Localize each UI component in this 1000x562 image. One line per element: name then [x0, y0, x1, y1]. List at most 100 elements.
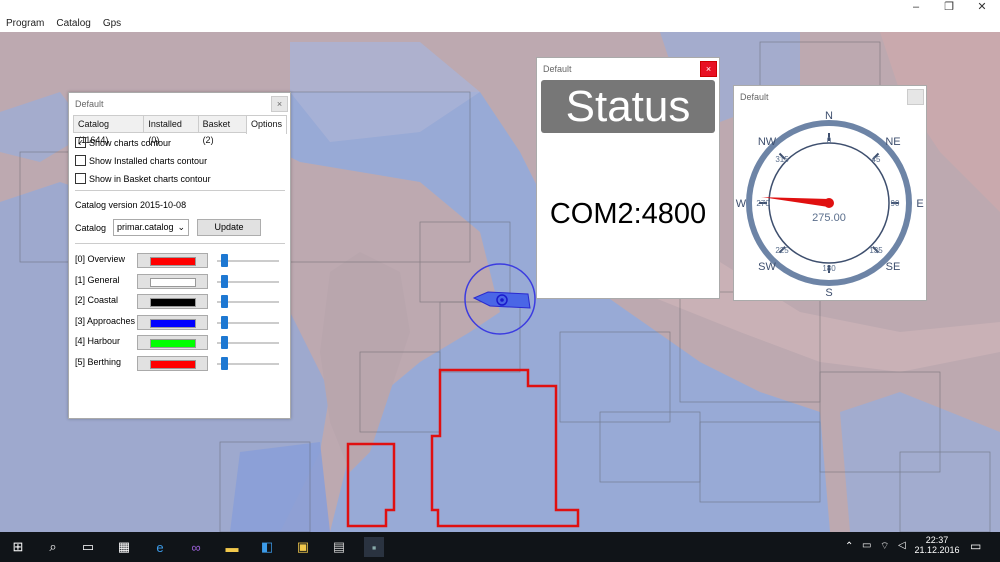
- volume-icon[interactable]: ◁: [898, 540, 906, 551]
- app-titlebar: Program Catalog Gps – ❐ ✕: [0, 0, 1000, 32]
- layer-color-button[interactable]: [137, 294, 208, 309]
- checkbox-label: Show in Basket charts contour: [89, 173, 211, 184]
- clock-time: 22:37: [925, 535, 949, 545]
- store-icon[interactable]: ▦: [114, 537, 134, 557]
- minimize-button[interactable]: –: [899, 0, 933, 16]
- compass-dial: N NE E SE S SW W NW 0 45 90 135 180 225 …: [736, 110, 924, 298]
- compass-dialog-close-button[interactable]: [907, 89, 924, 105]
- visual-studio-icon[interactable]: ∞: [186, 537, 206, 557]
- clock-date: 21.12.2016: [914, 545, 960, 555]
- tab-catalog[interactable]: Catalog (11644): [73, 115, 145, 145]
- menu-bar: Program Catalog Gps: [0, 16, 127, 32]
- clock[interactable]: 22:37 21.12.2016: [914, 535, 960, 555]
- compass-deg-45: 45: [872, 155, 881, 164]
- network-icon[interactable]: ▭: [862, 540, 871, 551]
- checkbox-show-basket-contour[interactable]: Show in Basket charts contour: [75, 173, 211, 184]
- divider: [75, 243, 285, 244]
- taskbar: ⊞ ⌕ ▭ ▦ e ∞ ▬ ◧ ▣ ▤ ▪ ⌃ ▭ ⌔ ◁ 22:37 21.1…: [0, 532, 1000, 562]
- layer-slider-thumb[interactable]: [221, 336, 228, 349]
- catalog-select[interactable]: primar.catalog ⌄: [113, 219, 189, 236]
- layer-slider-thumb[interactable]: [221, 254, 228, 267]
- catalog-dialog-title: Default ×: [69, 93, 290, 115]
- layer-label: [4] Harbour: [75, 336, 121, 346]
- layer-color-swatch: [150, 298, 196, 307]
- compass-sw-label: SW: [758, 261, 776, 273]
- wifi-icon[interactable]: ⌔: [880, 540, 889, 553]
- layer-color-swatch: [150, 278, 196, 287]
- layer-color-button[interactable]: [137, 274, 208, 289]
- layer-color-swatch: [150, 339, 196, 348]
- layer-color-button[interactable]: [137, 253, 208, 268]
- layer-color-swatch: [150, 319, 196, 328]
- catalog-dialog-close-button[interactable]: ×: [271, 96, 288, 112]
- menu-gps[interactable]: Gps: [97, 16, 127, 32]
- compass-deg-315: 315: [775, 155, 789, 164]
- tab-options[interactable]: Options: [245, 115, 287, 134]
- chevron-down-icon: ⌄: [177, 222, 185, 232]
- compass-s-label: S: [825, 287, 832, 298]
- compass-deg-270: 270: [756, 199, 770, 208]
- compass-ne-label: NE: [885, 136, 900, 148]
- layer-slider-thumb[interactable]: [221, 295, 228, 308]
- layer-slider-thumb[interactable]: [221, 357, 228, 370]
- catalog-select-value: primar.catalog: [117, 222, 174, 232]
- checkbox-unchecked-icon[interactable]: [75, 155, 86, 166]
- checkbox-label: Show charts contour: [89, 137, 172, 148]
- app-icon-1[interactable]: ▣: [293, 537, 313, 557]
- checkbox-show-installed-contour[interactable]: Show Installed charts contour: [75, 155, 207, 166]
- catalog-dialog: Default × Catalog (11644) Installed (0) …: [68, 92, 291, 419]
- chevron-up-icon[interactable]: ⌃: [845, 541, 853, 552]
- layer-color-button[interactable]: [137, 356, 208, 371]
- layer-label: [1] General: [75, 275, 120, 285]
- status-dialog-close-button[interactable]: ×: [700, 61, 717, 77]
- compass-deg-135: 135: [869, 246, 883, 255]
- compass-se-label: SE: [886, 261, 901, 273]
- status-dialog-title: Default ×: [537, 58, 719, 80]
- edge-browser-icon[interactable]: e: [150, 537, 170, 557]
- layer-color-button[interactable]: [137, 335, 208, 350]
- windows-start-icon[interactable]: ⊞: [8, 537, 28, 557]
- compass-w-label: W: [736, 198, 747, 210]
- layer-label: [5] Berthing: [75, 357, 122, 367]
- layer-label: [2] Coastal: [75, 295, 119, 305]
- catalog-label: Catalog: [75, 223, 107, 233]
- compass-dialog: Default N NE E SE S SW W NW 0 45 90 135 …: [733, 85, 927, 301]
- search-icon[interactable]: ⌕: [43, 537, 63, 557]
- compass-deg-225: 225: [775, 246, 789, 255]
- compass-deg-0: 0: [827, 136, 832, 145]
- tab-basket[interactable]: Basket (2): [197, 115, 247, 145]
- compass-nw-label: NW: [758, 136, 777, 148]
- compass-deg-90: 90: [891, 199, 900, 208]
- catalog-version: Catalog version 2015-10-08: [75, 200, 187, 210]
- tab-installed[interactable]: Installed (0): [143, 115, 199, 145]
- divider: [75, 190, 285, 191]
- close-button[interactable]: ✕: [965, 0, 999, 16]
- app-icon-2[interactable]: ▤: [329, 537, 349, 557]
- compass-n-label: N: [825, 110, 833, 122]
- compass-heading-value: 275.00: [812, 212, 846, 224]
- task-view-icon[interactable]: ▭: [78, 537, 98, 557]
- vscode-icon[interactable]: ◧: [257, 537, 277, 557]
- compass-needle: [761, 197, 830, 207]
- file-explorer-icon[interactable]: ▬: [222, 537, 242, 557]
- checkbox-unchecked-icon[interactable]: [75, 173, 86, 184]
- menu-program[interactable]: Program: [0, 16, 50, 32]
- status-port-value: COM2:4800: [549, 198, 707, 230]
- update-button[interactable]: Update: [197, 219, 261, 236]
- menu-catalog[interactable]: Catalog: [50, 16, 96, 32]
- compass-dialog-title-text: Default: [740, 92, 769, 102]
- status-dialog-title-text: Default: [543, 64, 572, 74]
- checkbox-show-charts-contour[interactable]: ✓ Show charts contour: [75, 137, 171, 148]
- layer-slider-thumb[interactable]: [221, 316, 228, 329]
- app-icon-active[interactable]: ▪: [364, 537, 384, 557]
- layer-color-button[interactable]: [137, 315, 208, 330]
- notification-icon[interactable]: ▭: [970, 539, 981, 553]
- checkbox-label: Show Installed charts contour: [89, 155, 208, 166]
- catalog-tabs: Catalog (11644) Installed (0) Basket (2)…: [73, 115, 287, 145]
- layer-label: [0] Overview: [75, 254, 126, 264]
- compass-hub: [824, 198, 834, 208]
- layer-color-swatch: [150, 257, 196, 266]
- checkbox-checked-icon[interactable]: ✓: [75, 137, 86, 148]
- maximize-button[interactable]: ❐: [932, 0, 966, 16]
- layer-slider-thumb[interactable]: [221, 275, 228, 288]
